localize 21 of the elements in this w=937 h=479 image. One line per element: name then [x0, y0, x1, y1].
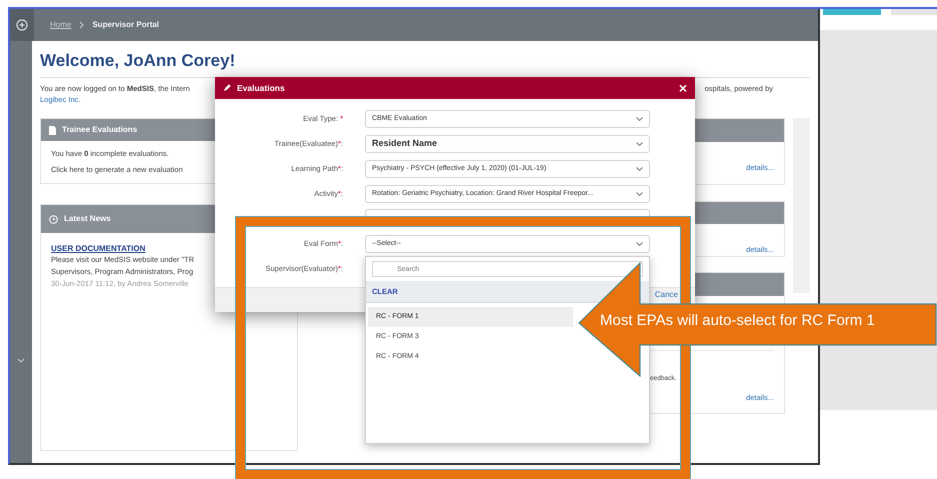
caret-icon	[636, 167, 643, 171]
pencil-icon	[223, 84, 231, 92]
select-field[interactable]	[365, 209, 650, 216]
tab-strip[interactable]	[823, 9, 881, 15]
clock-icon	[49, 214, 58, 224]
caret-icon	[636, 117, 643, 121]
cancel-link[interactable]: Cance	[654, 290, 678, 300]
chevron-down-icon[interactable]	[17, 358, 25, 363]
chevron-right-icon	[79, 21, 84, 29]
caret-icon	[636, 142, 643, 146]
dialog-title: Evaluations	[237, 82, 285, 94]
caret-icon	[636, 192, 643, 196]
panel-title: Trainee Evaluations	[62, 124, 138, 136]
plus-circle-icon[interactable]	[16, 19, 28, 31]
tab-strip[interactable]	[891, 9, 937, 15]
caret-icon	[636, 242, 643, 246]
panel-title: Latest News	[64, 213, 111, 226]
close-button[interactable]: ×	[678, 81, 687, 95]
document-icon	[49, 126, 56, 135]
select-field[interactable]: Resident Name	[365, 135, 650, 153]
callout-text: Most EPAs will auto-select for RC Form 1	[600, 312, 875, 330]
